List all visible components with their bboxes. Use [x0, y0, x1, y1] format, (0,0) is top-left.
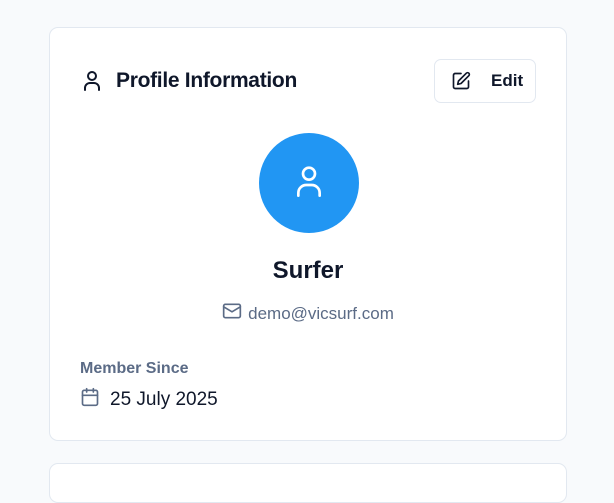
edit-button-label: Edit: [491, 71, 524, 90]
member-since-row: 25 July 2025: [80, 387, 218, 412]
email-row: demo@vicsurf.com: [50, 301, 566, 326]
member-since-label: Member Since: [80, 360, 189, 377]
avatar: [259, 133, 359, 233]
card-title: Profile Information: [116, 69, 297, 92]
member-since-date: 25 July 2025: [110, 388, 218, 410]
edit-icon: [451, 71, 471, 91]
avatar-user-icon: [293, 163, 325, 204]
user-icon: [80, 69, 104, 93]
user-name: Surfer: [272, 257, 344, 284]
user-email: demo@vicsurf.com: [248, 303, 394, 323]
title-wrap: Profile Information: [80, 69, 297, 93]
next-card: [49, 463, 567, 503]
mail-icon: [222, 301, 242, 326]
card-header: Profile Information Edit: [80, 58, 536, 104]
profile-card: Profile Information Edit Surfer demo@vic…: [49, 27, 567, 441]
calendar-icon: [80, 387, 100, 412]
edit-button[interactable]: Edit: [434, 59, 536, 103]
